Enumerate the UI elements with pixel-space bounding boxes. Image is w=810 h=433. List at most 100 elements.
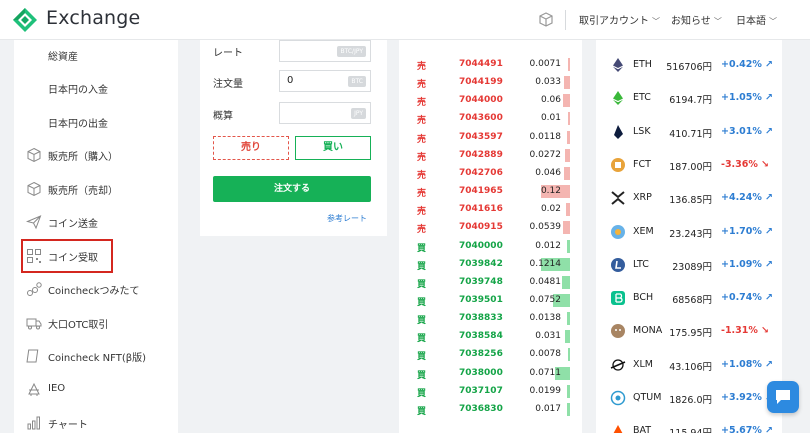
box-icon — [27, 147, 41, 163]
sidebar-item-ieo[interactable]: IEO — [14, 375, 178, 405]
market-row-mona[interactable]: MONA 175.95円 -1.31% ↘ — [596, 321, 782, 341]
order-price: 7040000 — [459, 240, 503, 251]
order-amount: 0.02 — [540, 204, 561, 215]
place-order-button[interactable]: 注文する — [213, 176, 371, 202]
sell-depth-bar — [566, 203, 570, 217]
coin-change: +1.05% ↗ — [721, 92, 773, 103]
order-book-row[interactable]: 買 7040000 0.012 — [399, 238, 582, 256]
order-book-row[interactable]: 買 7038256 0.0078 — [399, 346, 582, 364]
truck-icon — [26, 318, 42, 330]
coin-symbol: ETC — [633, 92, 651, 104]
coin-price: 23.243円 — [669, 228, 712, 240]
sidebar-item-label: Coincheck NFT(β版) — [48, 353, 147, 364]
order-book-row[interactable]: 売 7044491 0.0071 — [399, 56, 582, 74]
rate-input[interactable]: BTC/JPY — [279, 40, 371, 62]
order-book-row[interactable]: 買 7039501 0.0752 — [399, 292, 582, 310]
language-menu[interactable]: 日本語 ﹀ — [736, 12, 777, 27]
account-menu[interactable]: 取引アカウント ﹀ — [579, 12, 660, 27]
buy-depth-bar — [568, 348, 570, 362]
chat-button[interactable] — [767, 381, 799, 413]
order-book-row[interactable]: 買 7036830 0.017 — [399, 401, 582, 419]
order-book-row[interactable]: 売 7042889 0.0272 — [399, 147, 582, 165]
order-book-row[interactable]: 買 7038833 0.0138 — [399, 310, 582, 328]
sidebar-item-sell[interactable]: 販売所（売却） — [14, 174, 178, 204]
market-row-eth[interactable]: ETH 516706円 +0.42% ↗ — [596, 55, 782, 75]
order-book-row[interactable]: 買 7038584 0.031 — [399, 328, 582, 346]
sidebar-item-total-assets[interactable]: 総資産 — [14, 40, 178, 70]
market-row-bat[interactable]: BAT 115.94円 +5.67%↗ — [596, 421, 782, 433]
order-book-row[interactable]: 売 7043597 0.0118 — [399, 129, 582, 147]
brand-name[interactable]: Exchange — [46, 7, 140, 29]
order-book-row[interactable]: 買 7039748 0.0481 — [399, 274, 582, 292]
coin-symbol: XRP — [633, 192, 652, 204]
coincheck-logo-icon[interactable] — [12, 7, 38, 33]
order-book-row[interactable]: 売 7043600 0.01 — [399, 110, 582, 128]
sidebar-item-send-coin[interactable]: コイン送金 — [14, 207, 178, 237]
order-book-row[interactable]: 売 7044199 0.033 — [399, 74, 582, 92]
sidebar-item-buy[interactable]: 販売所（購入） — [14, 140, 178, 170]
lsk-icon — [614, 124, 623, 139]
market-row-fct[interactable]: FCT 187.00円 -3.36% ↘ — [596, 155, 782, 175]
order-side-label: 買 — [417, 279, 427, 290]
order-book-row[interactable]: 売 7040915 0.0539 — [399, 219, 582, 237]
market-row-etc[interactable]: ETC 6194.7円 +1.05% ↗ — [596, 88, 782, 108]
quantity-input[interactable]: 0 BTC — [279, 70, 371, 92]
buy-depth-bar — [567, 402, 570, 416]
order-side-label: 買 — [417, 316, 427, 327]
sidebar-item-jpy-deposit[interactable]: 日本円の入金 — [14, 73, 178, 103]
order-amount: 0.12 — [540, 186, 561, 197]
sidebar-item-otc[interactable]: 大口OTC取引 — [14, 308, 178, 338]
order-price: 7042889 — [459, 149, 503, 160]
coin-symbol: ETH — [633, 59, 652, 70]
order-book-row[interactable]: 売 7041965 0.12 — [399, 183, 582, 201]
order-amount: 0.0481 — [529, 276, 562, 287]
top-bar: Exchange 取引アカウント ﹀ お知らせ ﹀ 日本語 ﹀ — [0, 0, 810, 40]
market-row-xrp[interactable]: XRP 136.85円 +4.24% ↗ — [596, 188, 782, 208]
coin-change: +5.67% ↗ — [721, 425, 773, 433]
sidebar-item-jpy-withdraw[interactable]: 日本円の出金 — [14, 107, 178, 137]
quantity-unit-badge: BTC — [348, 76, 366, 87]
buy-button[interactable]: 買い — [295, 136, 371, 160]
reference-rate-link[interactable]: 参考レート — [327, 213, 367, 224]
order-price: 7038833 — [459, 313, 503, 324]
order-book-row[interactable]: 売 7042706 0.046 — [399, 165, 582, 183]
order-side-label: 売 — [417, 225, 427, 236]
coin-price: 175.95円 — [669, 328, 712, 340]
sidebar-item-label: チャート — [48, 420, 88, 431]
market-row-xlm[interactable]: XLM 43.106円 +1.08% ↗ — [596, 355, 782, 375]
sell-depth-bar — [568, 58, 570, 71]
coin-change-value: -1.31% — [721, 325, 758, 337]
quantity-label: 注文量 — [213, 79, 243, 90]
order-book-row[interactable]: 買 7037107 0.0199 — [399, 383, 582, 401]
sell-button[interactable]: 売り — [213, 136, 289, 160]
sidebar-item-tsumitate[interactable]: Coincheckつみたて — [14, 274, 178, 304]
market-row-ltc[interactable]: LTC 23089円 +1.09% ↗ — [596, 255, 782, 275]
order-book-row[interactable]: 売 7044000 0.06 — [399, 92, 582, 110]
order-book-row[interactable]: 売 7041616 0.02 — [399, 201, 582, 219]
market-row-xem[interactable]: XEM 23.243円 +1.70% ↗ — [596, 222, 782, 242]
coin-symbol: FCT — [633, 158, 651, 170]
order-side-label: 売 — [417, 134, 427, 145]
coin-change: +1.70% ↗ — [721, 226, 773, 237]
estimate-field[interactable]: JPY — [279, 102, 371, 124]
order-book-row[interactable]: 買 7039842 0.1214 — [399, 256, 582, 274]
cube-icon[interactable] — [537, 11, 555, 29]
news-menu[interactable]: お知らせ ﹀ — [671, 12, 722, 27]
coin-change: -1.31% ↘ — [721, 325, 769, 336]
order-book-row[interactable]: 買 7038000 0.0711 — [399, 365, 582, 383]
box-icon — [27, 181, 41, 197]
quantity-value: 0 — [287, 75, 294, 86]
order-amount: 0.031 — [535, 331, 561, 342]
market-row-bch[interactable]: BCH 68568円 +0.74% ↗ — [596, 288, 782, 308]
market-row-lsk[interactable]: LSK 410.71円 +3.01% ↗ — [596, 122, 782, 142]
sidebar-item-chart[interactable]: チャート — [14, 408, 178, 433]
chart-icon — [27, 416, 40, 430]
coin-price: 68568円 — [672, 295, 712, 307]
market-row-qtum[interactable]: QTUM 1826.0円 +3.92%↗ — [596, 388, 782, 408]
estimate-unit-badge: JPY — [351, 108, 366, 119]
sidebar-item-label: 総資産 — [48, 52, 78, 63]
sidebar-item-nft[interactable]: Coincheck NFT(β版) — [14, 341, 178, 371]
rate-unit-badge: BTC/JPY — [337, 46, 366, 57]
header-divider — [565, 10, 566, 30]
buy-depth-bar — [565, 330, 570, 344]
